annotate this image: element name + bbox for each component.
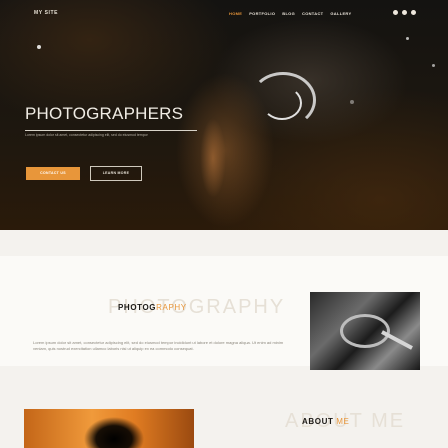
about-heading-accent: ME xyxy=(336,417,350,426)
about-photo xyxy=(24,409,194,448)
bokeh-light xyxy=(406,37,409,40)
top-navigation: MY SITE HOME PORTFOLIO BLOG CONTACT GALL… xyxy=(0,0,448,28)
nav-item-home[interactable]: HOME xyxy=(229,11,242,16)
about-heading: ABOUT ME xyxy=(302,417,349,426)
about-heading-main: ABOUT xyxy=(302,417,334,426)
instagram-icon[interactable] xyxy=(402,10,407,15)
bokeh-light xyxy=(432,64,435,67)
photography-heading: PHOTOGRAPHY xyxy=(118,303,187,312)
bokeh-light xyxy=(37,45,41,49)
contact-us-button[interactable]: CONTACT US xyxy=(26,167,80,180)
bokeh-light xyxy=(350,100,354,104)
hero-banner: MY SITE HOME PORTFOLIO BLOG CONTACT GALL… xyxy=(0,0,448,230)
camera-lens-shape xyxy=(262,86,302,120)
nav-item-blog[interactable]: BLOG xyxy=(282,11,295,16)
site-brand[interactable]: MY SITE xyxy=(34,10,58,16)
hero-subtitle: Lorem ipsum dolor sit amet, consectetur … xyxy=(25,133,148,137)
nav-item-gallery[interactable]: GALLERY xyxy=(330,11,351,16)
twitter-icon[interactable] xyxy=(411,10,416,15)
facebook-icon[interactable] xyxy=(393,10,398,15)
learn-more-button[interactable]: LEARN MORE xyxy=(90,166,142,181)
hero-divider xyxy=(25,130,197,131)
photography-paragraph: Lorem ipsum dolor sit amet, consectetur … xyxy=(33,340,284,351)
camera-photo xyxy=(310,292,420,370)
hero-title: PHOTOGRAPHERS xyxy=(25,104,184,123)
social-links xyxy=(393,10,416,15)
photography-heading-accent: RAPHY xyxy=(156,303,187,312)
nav-item-contact[interactable]: CONTACT xyxy=(302,11,323,16)
nav-menu: HOME PORTFOLIO BLOG CONTACT GALLERY xyxy=(229,11,351,16)
hand-shape xyxy=(200,118,226,198)
photography-heading-main: PHOTOG xyxy=(118,303,157,312)
nav-item-portfolio[interactable]: PORTFOLIO xyxy=(249,11,275,16)
